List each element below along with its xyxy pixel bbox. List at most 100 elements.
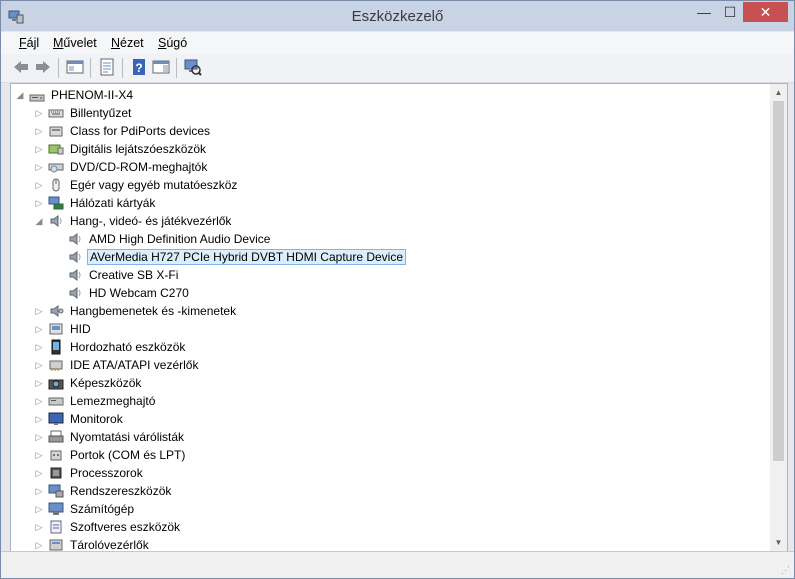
tree-category-item[interactable]: ▷ Tárolóvezérlők [34,536,151,552]
expand-arrow-icon[interactable]: ▷ [34,198,44,208]
mouse-icon [48,177,64,193]
scan-hardware-changes-button[interactable] [184,58,202,76]
scroll-up-button[interactable]: ▲ [770,84,787,101]
tree-item-label: Hang-, videó- és játékvezérlők [70,214,232,228]
toolbar: ? [1,54,794,83]
tree-category-item[interactable]: ▷ Hálózati kártyák [34,194,157,212]
expand-arrow-icon[interactable]: ▷ [34,468,44,478]
collapse-arrow-icon[interactable]: ◢ [34,216,44,226]
speaker-icon [67,267,83,283]
expand-arrow-icon[interactable]: ▷ [34,342,44,352]
computer-icon [48,501,64,517]
tree-category-item[interactable]: ▷ Rendszereszközök [34,482,173,500]
tree-child-item[interactable]: Creative SB X-Fi [53,266,180,284]
menu-action-rest: űvelet [63,36,97,50]
expand-arrow-icon[interactable]: ▷ [34,180,44,190]
expand-arrow-icon[interactable]: ▷ [34,126,44,136]
tree-category-item[interactable]: ▷ Hangbemenetek és -kimenetek [34,302,238,320]
tree-root-label: PHENOM-II-X4 [51,88,134,102]
scroll-down-button[interactable]: ▼ [770,534,787,551]
tree-root[interactable]: ◢ PHENOM-II-X4 [15,86,135,104]
menu-file-accel: F [19,36,27,50]
forward-button[interactable] [34,58,52,76]
tree-category-item[interactable]: ▷ Nyomtatási várólisták [34,428,186,446]
system-device-icon [48,483,64,499]
help-button[interactable]: ? [130,58,148,76]
tree-child-item[interactable]: HD Webcam C270 [53,284,191,302]
tree-item-label: HD Webcam C270 [89,286,189,300]
tree-category-item[interactable]: ▷ Szoftveres eszközök [34,518,182,536]
forward-arrow-icon [36,61,50,73]
expand-arrow-icon[interactable]: ▷ [34,450,44,460]
tree-child-item[interactable]: AMD High Definition Audio Device [53,230,272,248]
tree-item-label: Szoftveres eszközök [70,520,181,534]
close-button[interactable]: ✕ [743,2,788,22]
menu-action[interactable]: Művelet [53,36,97,50]
tree-category-item[interactable]: ▷ Class for PdiPorts devices [34,122,212,140]
scroll-thumb[interactable] [773,101,784,461]
action-pane-icon [152,60,170,74]
processor-icon [48,465,64,481]
expand-arrow-icon[interactable]: ▷ [34,396,44,406]
title-bar[interactable]: Eszközkezelő — ☐ ✕ [1,1,794,31]
tree-category-item[interactable]: ▷ Képeszközök [34,374,143,392]
resize-grip-icon[interactable]: ⋰ [781,565,790,576]
monitor-icon [48,411,64,427]
expand-arrow-icon[interactable]: ▷ [34,540,44,550]
tree-child-item[interactable]: AVerMedia H727 PCIe Hybrid DVBT HDMI Cap… [53,248,407,266]
tree-category-item[interactable]: ▷ Billentyűzet [34,104,133,122]
toolbar-separator [122,58,123,78]
tree-item-label: Képeszközök [70,376,142,390]
menu-bar: Fájl Művelet Nézet Súgó [1,32,794,54]
tree-category-item[interactable]: ▷ Digitális lejátszóeszközök [34,140,208,158]
menu-view[interactable]: Nézet [111,36,144,50]
vertical-scrollbar[interactable]: ▲ ▼ [770,84,787,551]
tree-category-item[interactable]: ▷ Portok (COM és LPT) [34,446,187,464]
back-arrow-icon [14,61,28,73]
expand-arrow-icon[interactable]: ▷ [34,378,44,388]
camera-icon [48,375,64,391]
tree-category-item[interactable]: ▷ Processzorok [34,464,145,482]
minimize-button[interactable]: — [691,2,717,22]
tree-category-item[interactable]: ▷ Lemezmeghajtó [34,392,157,410]
menu-help[interactable]: Súgó [158,36,187,50]
tree-category-item[interactable]: ▷ Hordozható eszközök [34,338,187,356]
expand-arrow-icon[interactable]: ▷ [34,432,44,442]
expand-arrow-icon[interactable]: ▷ [34,486,44,496]
tree-category-item[interactable]: ▷ IDE ATA/ATAPI vezérlők [34,356,200,374]
action-pane-button[interactable] [152,58,170,76]
tree-category-item[interactable]: ▷ DVD/CD-ROM-meghajtók [34,158,209,176]
expand-arrow-icon[interactable]: ▷ [34,162,44,172]
expand-arrow-icon[interactable]: ▷ [34,306,44,316]
hid-icon [48,321,64,337]
toolbar-separator [90,58,91,78]
back-button[interactable] [12,58,30,76]
tree-item-label: Tárolóvezérlők [70,538,149,552]
menu-help-rest: úgó [166,36,188,50]
properties-button[interactable] [98,58,116,76]
expand-arrow-icon[interactable]: ▷ [34,360,44,370]
maximize-button[interactable]: ☐ [717,2,743,22]
show-hide-console-tree-button[interactable] [66,58,84,76]
device-class-icon [48,123,64,139]
tree-item-label: IDE ATA/ATAPI vezérlők [70,358,199,372]
tree-category-item[interactable]: ▷ Monitorok [34,410,125,428]
tree-item-label: Egér vagy egyéb mutatóeszköz [70,178,238,192]
expand-arrow-icon[interactable]: ▷ [34,522,44,532]
speaker-icon [48,213,64,229]
tree-category-item[interactable]: ▷ Számítógép [34,500,136,518]
expand-arrow-icon[interactable]: ▷ [34,504,44,514]
expand-arrow-icon[interactable]: ▷ [34,414,44,424]
tree-category-item[interactable]: ◢ Hang-, videó- és játékvezérlők [34,212,233,230]
tree-category-item[interactable]: ▷ HID [34,320,93,338]
tree-category-item[interactable]: ▷ Egér vagy egyéb mutatóeszköz [34,176,239,194]
collapse-arrow-icon[interactable]: ◢ [15,90,25,100]
scan-hardware-icon [184,59,202,76]
port-icon [48,447,64,463]
tree-item-label: Hálózati kártyák [70,196,156,210]
tree-item-label: Számítógép [70,502,135,516]
expand-arrow-icon[interactable]: ▷ [34,144,44,154]
menu-file[interactable]: Fájl [19,36,39,50]
expand-arrow-icon[interactable]: ▷ [34,108,44,118]
expand-arrow-icon[interactable]: ▷ [34,324,44,334]
